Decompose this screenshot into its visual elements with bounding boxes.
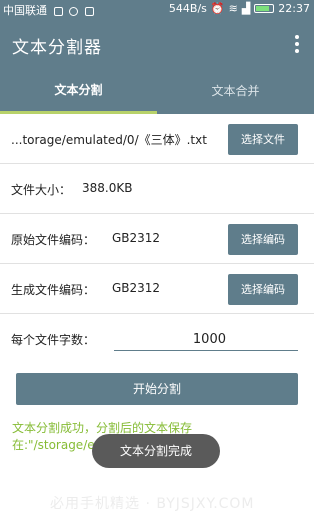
app-title: 文本分割器: [12, 38, 102, 58]
orig-encoding-label: 原始文件编码：: [11, 233, 96, 247]
gen-encoding-row: 生成文件编码： GB2312 选择编码: [0, 264, 314, 314]
clock: 22:37: [278, 2, 310, 15]
tab-merge[interactable]: 文本合并: [157, 70, 314, 114]
wifi-icon: ≋: [228, 2, 238, 15]
signal-icon: ▟: [241, 2, 251, 15]
notification-icon: [53, 6, 63, 16]
char-count-input[interactable]: [114, 329, 298, 351]
gen-encoding-value: GB2312: [112, 281, 161, 295]
size-label: 文件大小：: [11, 183, 72, 197]
size-value: 388.0KB: [82, 181, 133, 195]
select-orig-encoding-button[interactable]: 选择编码: [228, 224, 298, 255]
tab-split[interactable]: 文本分割: [0, 70, 157, 114]
char-count-label: 每个文件字数：: [11, 333, 96, 347]
wechat-icon: [69, 6, 78, 16]
file-row: ...torage/emulated/0/《三体》.txt 选择文件: [0, 114, 314, 164]
carrier-label: 中国联通: [3, 4, 47, 17]
tab-bar: 文本分割 文本合并: [0, 70, 314, 114]
app-bar: 文本分割器: [0, 18, 314, 70]
char-count-row: 每个文件字数：: [0, 314, 314, 364]
file-path: ...torage/emulated/0/《三体》.txt: [11, 133, 207, 147]
orig-encoding-row: 原始文件编码： GB2312 选择编码: [0, 214, 314, 264]
size-row: 文件大小： 388.0KB: [0, 164, 314, 214]
alarm-icon: ⏰: [210, 2, 225, 15]
overflow-menu-icon[interactable]: [294, 35, 300, 53]
status-bar: 中国联通 544B/s ⏰ ≋ ▟ 22:37: [0, 0, 314, 18]
status-left: 中国联通: [3, 2, 94, 18]
network-speed: 544B/s: [168, 2, 207, 15]
start-split-button[interactable]: 开始分割: [16, 373, 298, 405]
watermark: 必用手机精选 · BYJSJXY.COM: [50, 496, 255, 512]
battery-icon: [254, 4, 275, 13]
image-icon: [84, 6, 94, 16]
gen-encoding-label: 生成文件编码：: [11, 283, 96, 297]
orig-encoding-value: GB2312: [112, 231, 161, 245]
toast-message: 文本分割完成: [92, 434, 220, 468]
select-gen-encoding-button[interactable]: 选择编码: [228, 274, 298, 305]
select-file-button[interactable]: 选择文件: [228, 124, 298, 155]
status-right: 544B/s ⏰ ≋ ▟ 22:37: [169, 2, 310, 15]
